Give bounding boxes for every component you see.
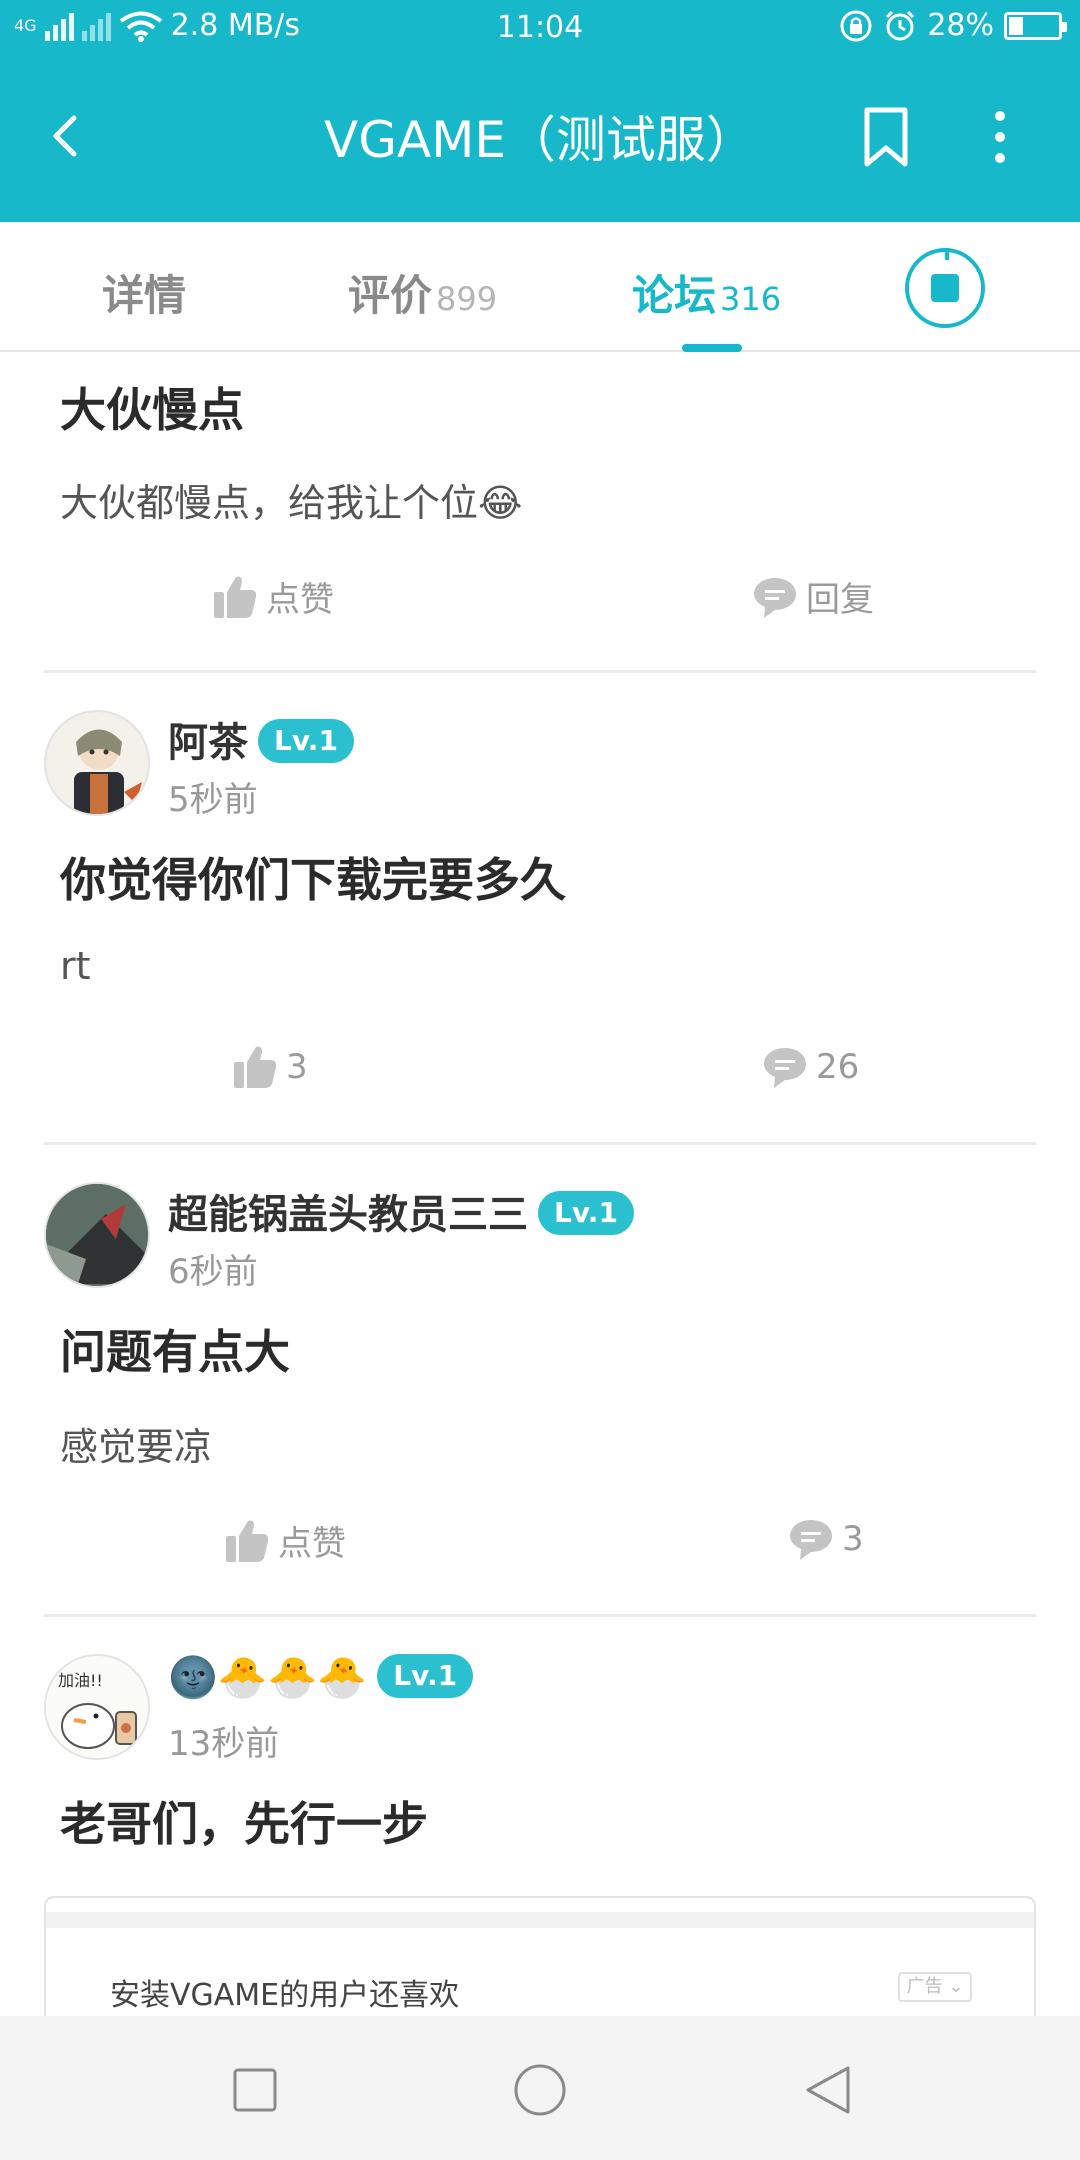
ad-tag-label: 广告 [906, 1976, 943, 1997]
battery-icon [1004, 11, 1067, 40]
system-nav-bar [0, 2016, 1080, 2160]
svg-text:加油!!: 加油!! [58, 1671, 103, 1690]
tab-forum[interactable]: 论坛 316 [632, 262, 781, 323]
comment-icon [790, 1520, 832, 1560]
page-title: VGAME（测试服） [324, 111, 756, 169]
back-nav-button[interactable] [800, 2062, 856, 2118]
like-button[interactable]: 点赞 [224, 1516, 346, 1565]
more-options-button[interactable] [980, 106, 1020, 168]
thumbs-up-icon [234, 1046, 277, 1088]
like-label: 点赞 [266, 580, 334, 620]
comment-icon [754, 577, 796, 618]
reply-button[interactable]: 3 [788, 1516, 864, 1562]
like-button[interactable]: 3 [232, 1044, 308, 1090]
like-count: 3 [286, 1047, 308, 1087]
ad-tag[interactable]: 广告 ⌄ [898, 1972, 972, 2002]
status-bar: 4G 2.8 MB/s 11:04 28% [0, 0, 1080, 56]
battery-fill [1009, 16, 1023, 35]
post-title: 问题有点大 [60, 1325, 290, 1379]
avatar[interactable] [44, 710, 150, 816]
thumbs-up-icon [226, 1520, 269, 1562]
comment-icon [764, 1048, 806, 1088]
avatar[interactable]: 加油!! [44, 1654, 150, 1760]
tab-forum-count: 316 [720, 280, 782, 318]
username-text: 超能锅盖头教员三三 [168, 1192, 528, 1238]
ad-text: 安装VGAME的用户还喜欢 [110, 1978, 460, 2013]
post-body: rt [60, 944, 91, 988]
username[interactable]: 🌚🐣🐣🐣 Lv.1 [168, 1654, 474, 1701]
alarm-icon [886, 10, 915, 40]
ad-strip [46, 1912, 1034, 1928]
level-badge: Lv.1 [377, 1654, 474, 1698]
reply-label: 回复 [806, 580, 874, 620]
post-divider [44, 1142, 1036, 1145]
top-bar: 4G 2.8 MB/s 11:04 28% VGAME（测试服） [0, 0, 1080, 222]
post-title: 老哥们，先行一步 [60, 1797, 428, 1851]
post-divider [44, 1614, 1036, 1617]
avatar[interactable] [44, 1182, 150, 1288]
post-body: 感觉要凉 [60, 1425, 213, 1469]
reply-button[interactable]: 回复 [752, 572, 874, 621]
avatar-image: 加油!! [46, 1656, 148, 1758]
level-badge: Lv.1 [538, 1191, 634, 1235]
download-stop-button[interactable] [905, 248, 985, 328]
screen: 4G 2.8 MB/s 11:04 28% VGAME（测试服） 详情 评价 8… [0, 0, 1080, 2160]
post-body: 大伙都慢点，给我让个位😂 [60, 481, 523, 525]
username-text: 阿茶 [168, 720, 248, 766]
post-title: 大伙慢点 [60, 383, 244, 437]
post-time: 13秒前 [168, 1724, 280, 1764]
reply-count: 3 [842, 1519, 864, 1559]
tab-reviews-label: 评价 [348, 271, 433, 320]
tab-forum-label: 论坛 [632, 271, 717, 320]
rotation-lock-icon [840, 10, 872, 41]
tab-details[interactable]: 详情 [102, 262, 186, 323]
post-divider [44, 670, 1036, 673]
thumbs-up-icon [214, 576, 257, 618]
avatar-image [46, 1184, 148, 1286]
bookmark-button[interactable] [855, 106, 917, 168]
home-button[interactable] [512, 2062, 568, 2118]
reply-button[interactable]: 26 [762, 1044, 859, 1090]
username-text: 🌚🐣🐣🐣 [168, 1655, 368, 1701]
status-right: 28% [839, 8, 1067, 43]
tab-reviews-count: 899 [436, 280, 498, 318]
level-badge: Lv.1 [258, 719, 354, 763]
app-bar: VGAME（测试服） [0, 56, 1080, 222]
post-title: 你觉得你们下载完要多久 [60, 853, 566, 907]
username[interactable]: 超能锅盖头教员三三 Lv.1 [168, 1182, 634, 1240]
recents-button[interactable] [227, 2062, 283, 2118]
like-label: 点赞 [278, 1524, 346, 1564]
post-time: 6秒前 [168, 1252, 258, 1292]
tab-active-indicator [682, 344, 742, 352]
download-progress-tick [945, 248, 949, 260]
username[interactable]: 阿茶 Lv.1 [168, 710, 354, 768]
stop-icon [931, 274, 959, 302]
battery-percent: 28% [927, 8, 994, 43]
reply-count: 26 [816, 1047, 860, 1087]
post-time: 5秒前 [168, 780, 258, 820]
tab-reviews[interactable]: 评价 899 [348, 262, 497, 323]
like-button[interactable]: 点赞 [212, 572, 334, 621]
tab-details-label: 详情 [102, 271, 187, 320]
avatar-image [74, 729, 142, 814]
